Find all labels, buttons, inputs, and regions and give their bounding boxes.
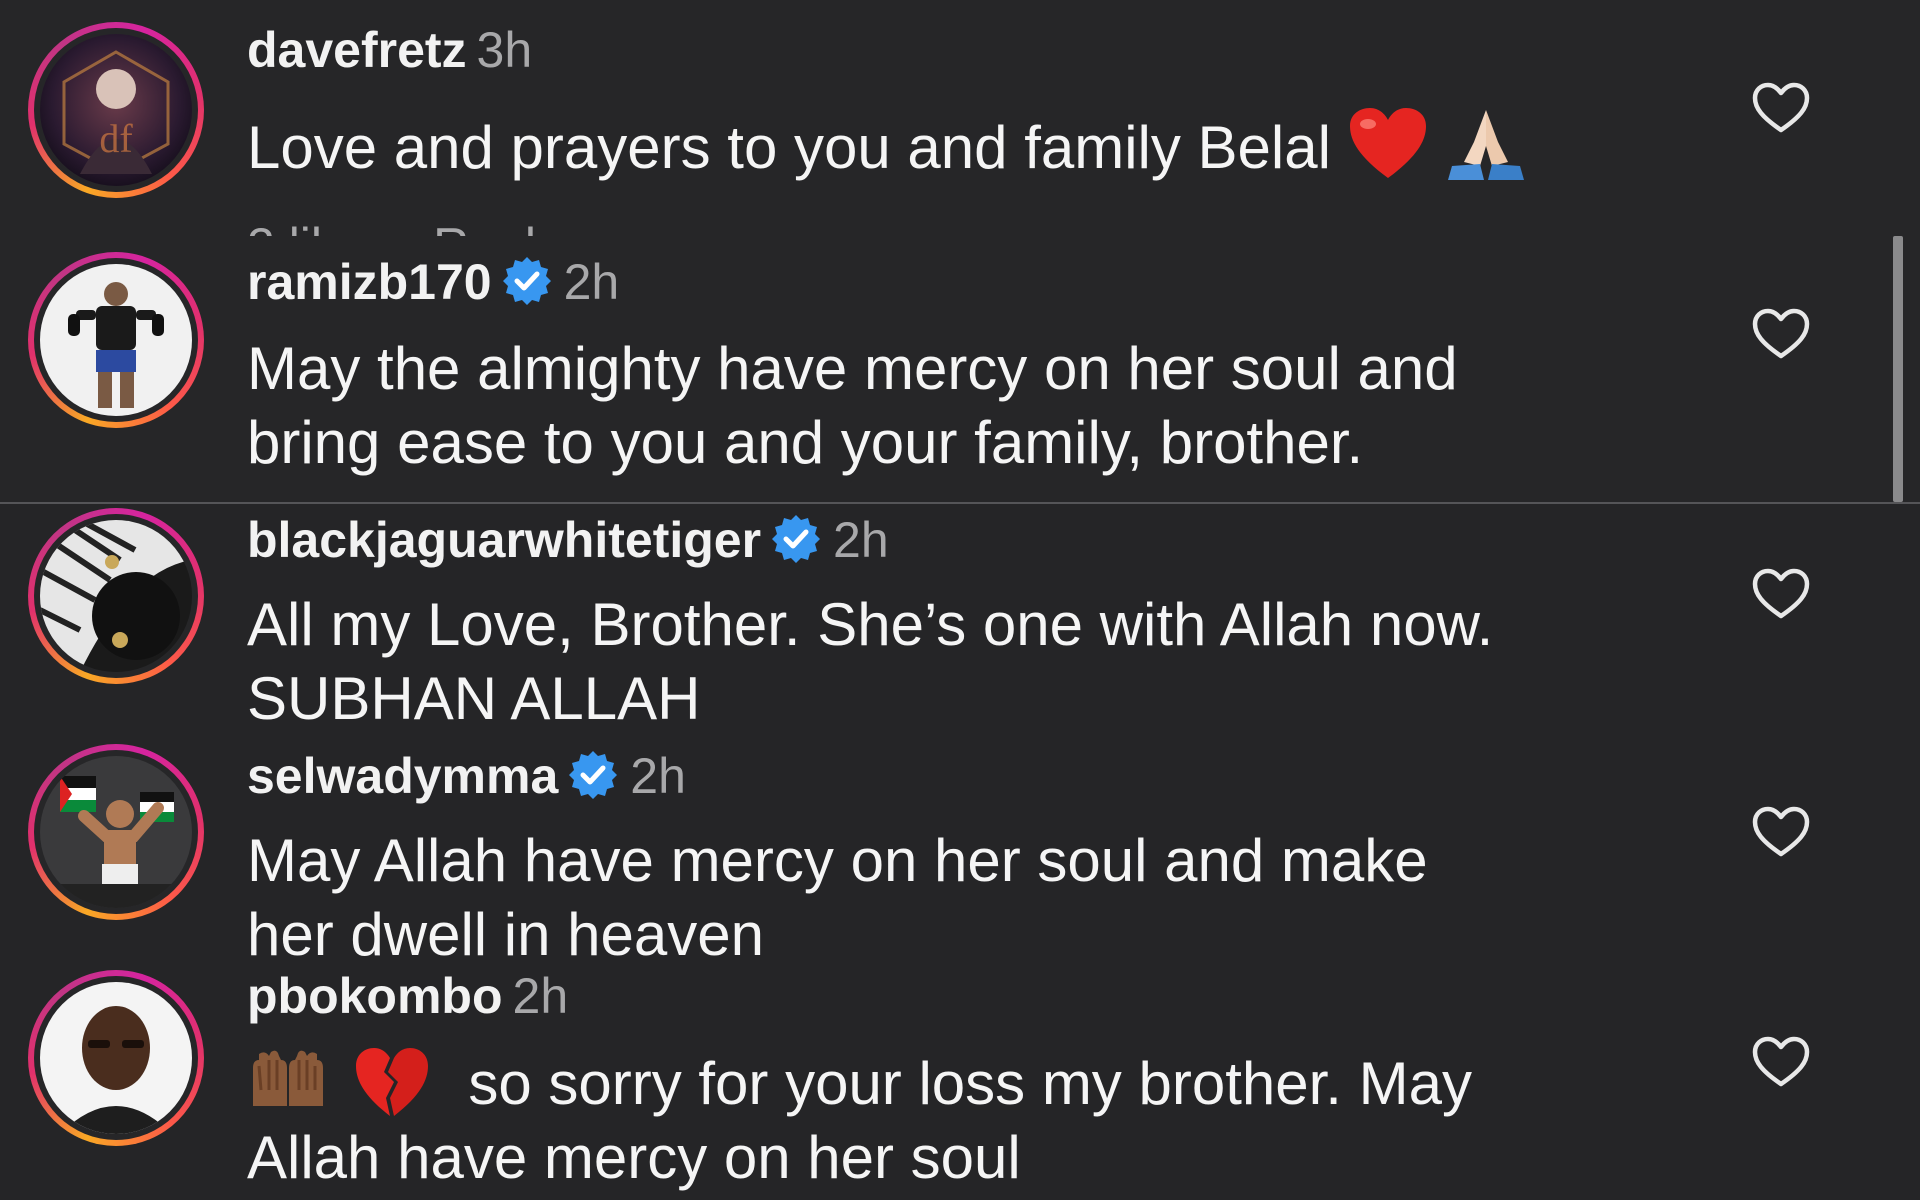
comment-text-line: May the almighty have mercy on her soul … bbox=[247, 335, 1458, 402]
comment-time: 2h bbox=[630, 748, 686, 804]
comment-header: davefretz 3h bbox=[247, 22, 532, 78]
avatar[interactable] bbox=[28, 252, 204, 428]
reply-row-cutoff: 2 likes · Reply bbox=[247, 222, 561, 236]
avatar[interactable]: df bbox=[28, 22, 204, 198]
avatar[interactable] bbox=[28, 508, 204, 684]
like-button[interactable] bbox=[1752, 82, 1810, 134]
avatar[interactable] bbox=[28, 970, 204, 1146]
comment-time: 3h bbox=[476, 22, 533, 78]
username-link[interactable]: selwadymma bbox=[247, 748, 558, 804]
verified-badge-icon bbox=[500, 254, 554, 308]
comment-header: pbokombo 2h bbox=[247, 968, 568, 1024]
heart-outline-icon bbox=[1752, 1036, 1810, 1087]
avatar-image bbox=[40, 982, 192, 1134]
comment-panel-2: ramizb170 2h May the almighty have mercy … bbox=[0, 236, 1920, 504]
comment-text-line: bring ease to you and your family, broth… bbox=[247, 409, 1364, 476]
comment-time: 2h bbox=[563, 254, 620, 310]
comment-header: ramizb170 2h bbox=[247, 254, 619, 310]
comment-header: blackjaguarwhitetiger 2h bbox=[247, 512, 889, 568]
comment-text: May the almighty have mercy on her soul … bbox=[247, 332, 1647, 480]
raised-hands-emoji bbox=[247, 1046, 329, 1118]
comment-text: May Allah have mercy on her soul and mak… bbox=[247, 824, 1647, 972]
username-link[interactable]: pbokombo bbox=[247, 968, 503, 1024]
scrollbar[interactable] bbox=[1893, 236, 1903, 502]
comment-text: so sorry for your loss my brother. May A… bbox=[247, 1046, 1647, 1195]
comment-panel-3: blackjaguarwhitetiger 2h All my Love, Bro… bbox=[0, 504, 1920, 1200]
comment-time: 2h bbox=[512, 968, 569, 1024]
verified-badge-icon bbox=[566, 748, 620, 802]
username-link[interactable]: davefretz bbox=[247, 22, 467, 78]
heart-outline-icon bbox=[1752, 308, 1810, 359]
like-button[interactable] bbox=[1752, 806, 1810, 858]
red-heart-emoji bbox=[1348, 106, 1428, 182]
comment-panel-1: df davefretz 3h Love and prayers to you a… bbox=[0, 0, 1920, 236]
avatar[interactable] bbox=[28, 744, 204, 920]
avatar-image bbox=[40, 264, 192, 416]
broken-heart-emoji bbox=[354, 1046, 430, 1118]
comment-text-segment: so sorry for your loss my brother. May bbox=[468, 1050, 1472, 1117]
svg-text:df: df bbox=[99, 116, 133, 161]
verified-badge-icon bbox=[769, 512, 823, 566]
comment-text: All my Love, Brother. She’s one with All… bbox=[247, 588, 1647, 736]
comment-text: Love and prayers to you and family Belal bbox=[247, 102, 1647, 185]
like-button[interactable] bbox=[1752, 568, 1810, 620]
comment-text-line: Allah have mercy on her soul bbox=[247, 1124, 1021, 1191]
comment-text-line: her dwell in heaven bbox=[247, 901, 765, 968]
avatar-image: df bbox=[40, 34, 192, 186]
comment-time: 2h bbox=[833, 512, 889, 568]
heart-outline-icon bbox=[1752, 568, 1810, 619]
like-button[interactable] bbox=[1752, 1036, 1810, 1088]
comment-text-line: Love and prayers to you and family Belal bbox=[247, 114, 1331, 181]
comment-text-line: so sorry for your loss my brother. May bbox=[247, 1046, 1647, 1121]
like-button[interactable] bbox=[1752, 308, 1810, 360]
comment-text-line: All my Love, Brother. She’s one with All… bbox=[247, 591, 1494, 658]
username-link[interactable]: blackjaguarwhitetiger bbox=[247, 512, 761, 568]
comment-text-line: May Allah have mercy on her soul and mak… bbox=[247, 827, 1428, 894]
heart-outline-icon bbox=[1752, 806, 1810, 857]
avatar-image bbox=[40, 756, 192, 908]
avatar-image bbox=[40, 520, 192, 672]
heart-outline-icon bbox=[1752, 82, 1810, 133]
comment-header: selwadymma 2h bbox=[247, 748, 686, 804]
username-link[interactable]: ramizb170 bbox=[247, 254, 492, 310]
folded-hands-emoji bbox=[1444, 102, 1528, 182]
comment-text-line: SUBHAN ALLAH bbox=[247, 665, 701, 732]
